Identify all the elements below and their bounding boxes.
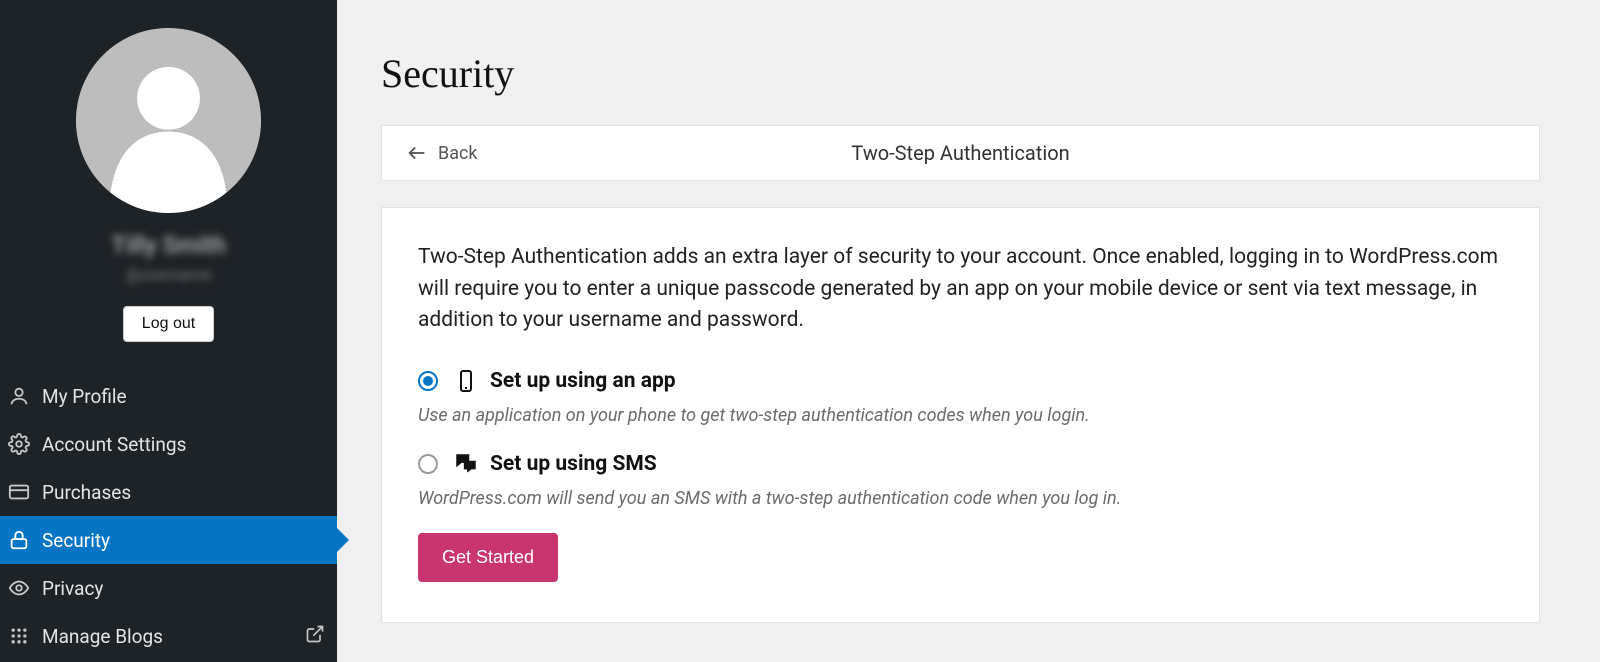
person-icon <box>6 383 32 409</box>
sidebar-item-label: Purchases <box>42 481 131 504</box>
lock-icon <box>6 527 32 553</box>
option-app-row[interactable]: Set up using an app <box>418 367 1503 395</box>
sidebar-item-label: Security <box>42 529 110 552</box>
chat-icon <box>452 450 480 478</box>
sidebar-item-my-profile[interactable]: My Profile <box>0 372 337 420</box>
sidebar-item-label: Manage Blogs <box>42 625 163 648</box>
card-title: Two-Step Authentication <box>382 141 1539 165</box>
page-title: Security <box>381 50 1540 97</box>
option-app-label: Set up using an app <box>490 369 676 393</box>
option-app-description: Use an application on your phone to get … <box>418 405 1503 426</box>
sidebar-item-security[interactable]: Security <box>0 516 337 564</box>
sidebar-item-purchases[interactable]: Purchases <box>0 468 337 516</box>
external-link-icon <box>305 624 325 649</box>
arrow-left-icon <box>406 142 428 164</box>
user-name: Tilly Smith <box>111 231 226 259</box>
gear-icon <box>6 431 32 457</box>
sidebar-item-label: Privacy <box>42 577 103 600</box>
sidebar-item-label: Account Settings <box>42 433 186 456</box>
sidebar-nav: My Profile Account Settings Purchases Se… <box>0 372 337 660</box>
logout-button[interactable]: Log out <box>123 306 214 342</box>
credit-card-icon <box>6 479 32 505</box>
option-sms-description: WordPress.com will send you an SMS with … <box>418 488 1503 509</box>
option-app: Set up using an app Use an application o… <box>418 367 1503 426</box>
smartphone-icon <box>452 367 480 395</box>
sidebar-item-account-settings[interactable]: Account Settings <box>0 420 337 468</box>
two-step-card: Two-Step Authentication adds an extra la… <box>381 207 1540 623</box>
sidebar-item-privacy[interactable]: Privacy <box>0 564 337 612</box>
back-button[interactable]: Back <box>406 142 478 164</box>
option-sms: Set up using SMS WordPress.com will send… <box>418 450 1503 509</box>
main-content: Security Back Two-Step Authentication Tw… <box>337 0 1600 662</box>
radio-app[interactable] <box>418 371 438 391</box>
avatar-placeholder-icon <box>76 28 261 213</box>
eye-icon <box>6 575 32 601</box>
grid-icon <box>6 623 32 649</box>
option-sms-label: Set up using SMS <box>490 452 657 476</box>
breadcrumb-card: Back Two-Step Authentication <box>381 125 1540 181</box>
user-handle: @username <box>126 265 211 284</box>
sidebar-item-label: My Profile <box>42 385 127 408</box>
get-started-button[interactable]: Get Started <box>418 533 558 582</box>
option-sms-row[interactable]: Set up using SMS <box>418 450 1503 478</box>
sidebar: Tilly Smith @username Log out My Profile… <box>0 0 337 662</box>
avatar[interactable] <box>76 28 261 213</box>
sidebar-item-manage-blogs[interactable]: Manage Blogs <box>0 612 337 660</box>
back-label: Back <box>438 143 478 164</box>
radio-sms[interactable] <box>418 454 438 474</box>
profile-section: Tilly Smith @username Log out <box>0 18 337 362</box>
intro-text: Two-Step Authentication adds an extra la… <box>418 242 1503 337</box>
